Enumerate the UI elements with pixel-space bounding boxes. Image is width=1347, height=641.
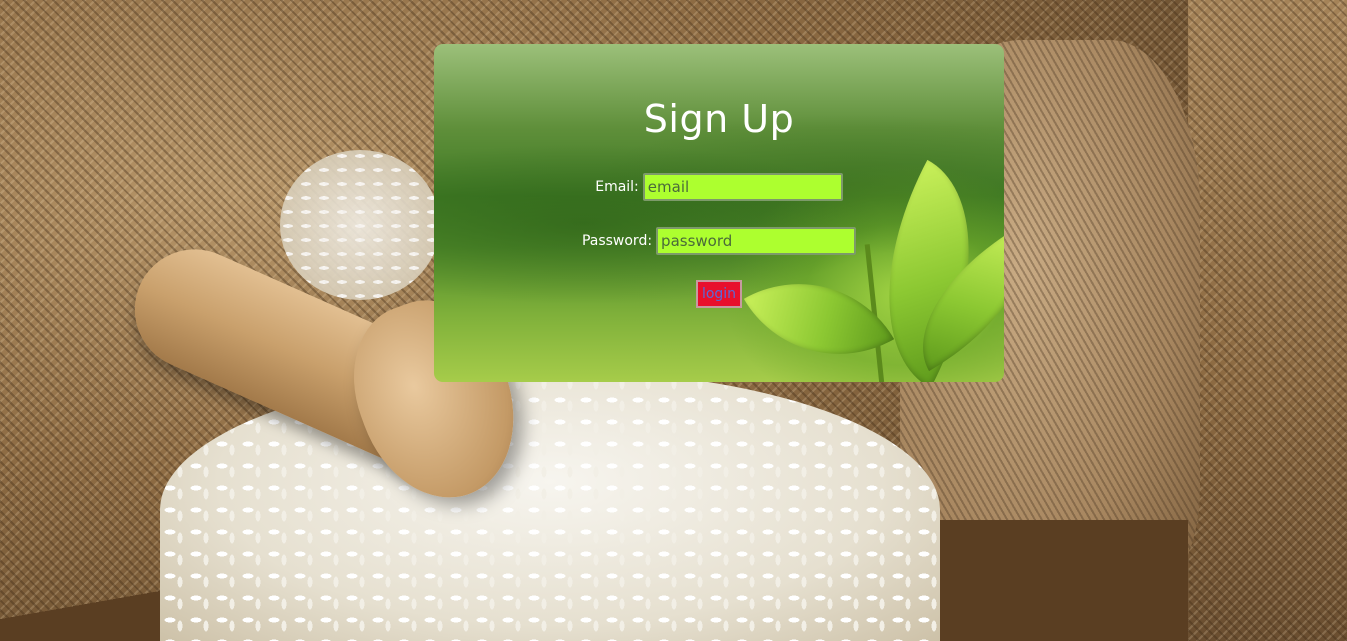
email-label: Email: xyxy=(595,179,639,195)
submit-row: login xyxy=(434,280,1004,308)
email-field[interactable] xyxy=(642,173,843,201)
signup-card: Sign Up Email: Password: login xyxy=(434,44,1004,382)
password-field[interactable] xyxy=(656,227,857,255)
background-rice-scatter-image xyxy=(280,150,440,300)
background-burlap-image-tile xyxy=(1188,0,1347,641)
login-button[interactable]: login xyxy=(696,280,742,308)
password-label: Password: xyxy=(581,233,653,249)
page: Sign Up Email: Password: login xyxy=(0,0,1347,641)
email-row: Email: xyxy=(434,173,1004,201)
page-title: Sign Up xyxy=(643,97,795,141)
password-row: Password: xyxy=(434,227,1004,255)
